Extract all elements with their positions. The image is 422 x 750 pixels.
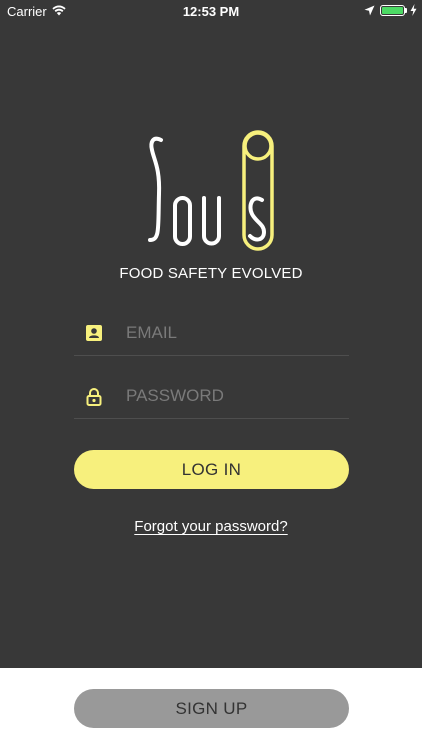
password-input[interactable]: [126, 382, 341, 410]
sous-logo: [148, 130, 274, 251]
location-icon: [364, 5, 375, 16]
charging-icon: [410, 4, 417, 16]
battery-level: [382, 7, 403, 14]
battery-icon: [380, 5, 405, 16]
status-time: 12:53 PM: [182, 4, 240, 19]
tagline: FOOD SAFETY EVOLVED: [119, 265, 303, 282]
email-input[interactable]: [126, 319, 341, 347]
password-field: [74, 376, 349, 419]
signup-button[interactable]: SIGN UP: [74, 689, 349, 728]
forgot-password-row: Forgot your password?: [0, 518, 422, 536]
contact-card-icon: [86, 325, 102, 341]
email-field: [74, 313, 349, 356]
footer: SIGN UP: [0, 668, 422, 750]
battery-tip: [405, 8, 407, 13]
login-button[interactable]: LOG IN: [74, 450, 349, 489]
status-bar: Carrier 12:53 PM: [0, 0, 422, 22]
forgot-password-link[interactable]: Forgot your password?: [134, 518, 287, 535]
lock-icon: [86, 388, 102, 406]
